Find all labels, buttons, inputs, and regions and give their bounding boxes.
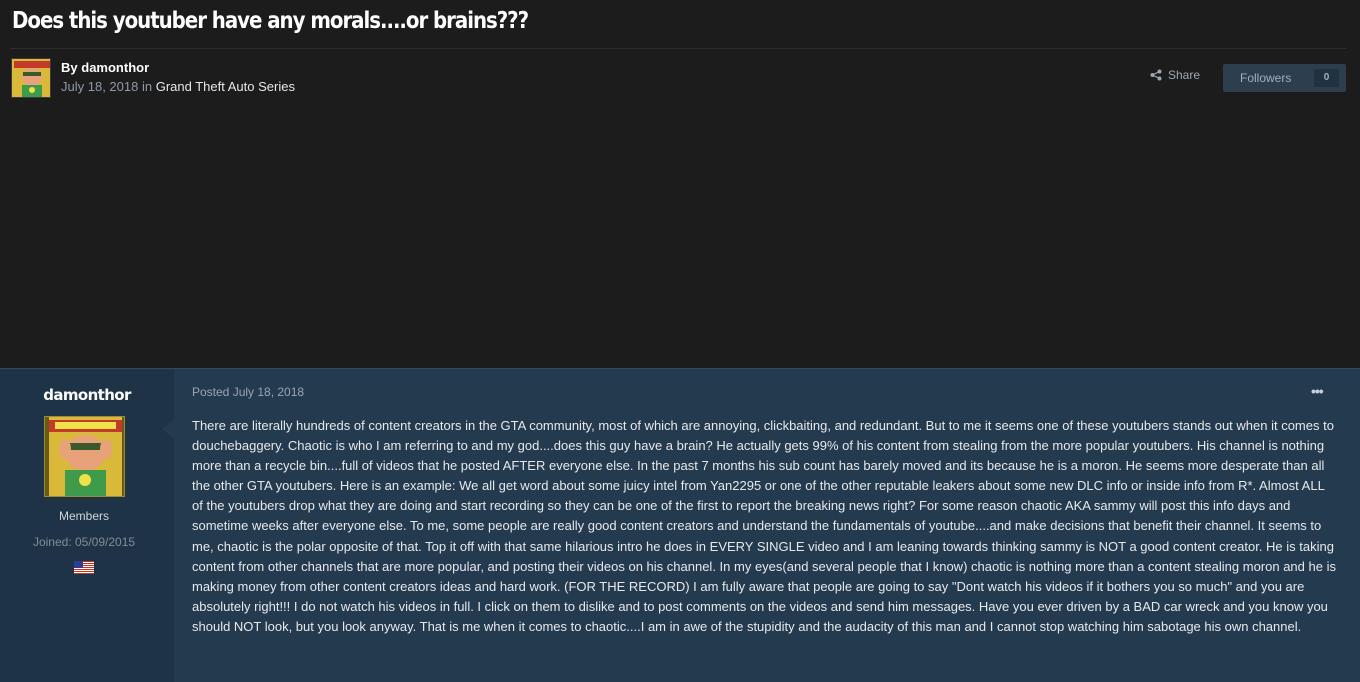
post-author-sidebar: damonthor Members Joined: 05/09/2015 [0,369,174,682]
poster-joined: Joined: 05/09/2015 [32,535,136,549]
poster-group: Members [58,509,109,523]
avatar-image [45,417,124,496]
author-name-link[interactable]: damonthor [81,60,149,75]
sidebar-pointer [162,419,174,439]
us-flag-icon [74,561,94,574]
post-body: There are literally hundreds of content … [192,418,1336,634]
forum-link[interactable]: Grand Theft Auto Series [156,79,295,94]
share-button[interactable]: Share [1150,68,1200,82]
post-date[interactable]: Posted July 18, 2018 [192,385,304,399]
topic-date: July 18, 2018 [61,79,139,94]
share-icon [1150,69,1162,81]
author-prefix: By [61,60,78,75]
author-avatar[interactable] [11,58,51,98]
title-divider [10,48,1346,49]
in-word: in [141,79,153,94]
followers-count: 0 [1314,69,1339,87]
followers-button[interactable]: Followers 0 [1223,64,1346,92]
topic-meta: July 18, 2018 in Grand Theft Auto Series [61,79,295,94]
avatar-image [12,59,50,97]
post: damonthor Members Joined: 05/09/2015 Pos… [0,368,1360,682]
followers-label: Followers [1240,71,1292,85]
post-menu-icon[interactable]: ••• [1311,383,1324,399]
author-line: By damonthor [61,60,149,75]
poster-avatar[interactable] [44,416,125,497]
share-label: Share [1168,68,1201,82]
topic-title: Does this youtuber have any morals....or… [12,8,529,34]
poster-name[interactable]: damonthor [0,386,174,404]
